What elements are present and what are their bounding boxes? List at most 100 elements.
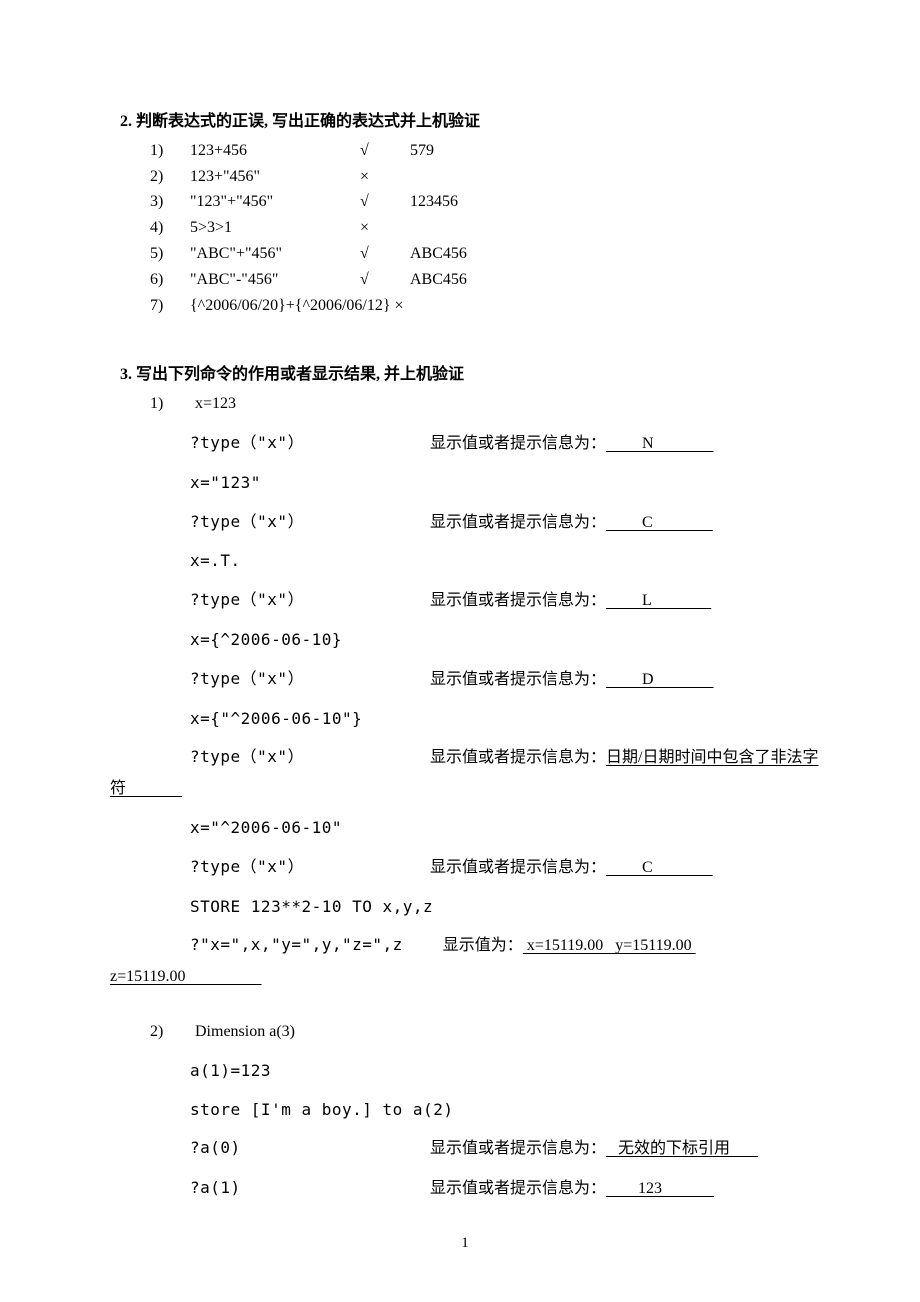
prompt-label: 显示值或者提示信息为： bbox=[430, 432, 606, 457]
section-3-heading: 3. 写出下列命令的作用或者显示结果, 并上机验证 bbox=[120, 363, 810, 388]
prompt-label: 显示值或者提示信息为： bbox=[430, 856, 606, 881]
answer-value: 符 bbox=[110, 777, 182, 802]
item-expression: "123"+"456" bbox=[190, 190, 360, 215]
command-line: ?type（"x"） 显示值或者提示信息为： 日期/日期时间中包含了非法字 bbox=[190, 745, 810, 771]
list-item: 1) 123+456 √ 579 bbox=[150, 139, 810, 164]
answer-value: C bbox=[606, 511, 713, 536]
answer-value: C bbox=[606, 856, 713, 881]
item-mark: √ bbox=[360, 242, 410, 267]
answer-value: D bbox=[606, 668, 714, 693]
item-number: 3) bbox=[150, 190, 190, 215]
list-item: 6) "ABC"-"456" √ ABC456 bbox=[150, 268, 810, 293]
code-text: x={"^2006-06-10"} bbox=[190, 707, 430, 732]
item-expression: 5>3>1 bbox=[190, 216, 360, 241]
code-text: x=.T. bbox=[190, 549, 430, 574]
answer-value: z=15119.00 bbox=[110, 965, 262, 990]
answer-continuation: 符 bbox=[110, 777, 810, 802]
list-item: 3) "123"+"456" √ 123456 bbox=[150, 190, 810, 215]
item-result: 123456 bbox=[410, 190, 810, 215]
item-number: 6) bbox=[150, 268, 190, 293]
command-line: ?type（"x"） 显示值或者提示信息为： C bbox=[190, 510, 810, 536]
code-text: ?"x=",x,"y=",y,"z=",z bbox=[190, 933, 443, 958]
prompt-label: 显示值或者提示信息为： bbox=[430, 511, 606, 536]
code-text: ?type（"x"） bbox=[190, 855, 430, 880]
command-line: x={"^2006-06-10"} bbox=[190, 707, 810, 732]
item-number: 1) bbox=[150, 139, 190, 164]
answer-value: x=15119.00 y=15119.00 bbox=[523, 934, 696, 959]
code-text: x="123" bbox=[190, 471, 430, 496]
code-text: Dimension a(3) bbox=[195, 1020, 295, 1045]
item-number: 7) bbox=[150, 294, 190, 319]
code-text: x="^2006-06-10" bbox=[190, 816, 430, 841]
code-text: ?type（"x"） bbox=[190, 588, 430, 613]
command-block-1: ?type（"x"） 显示值或者提示信息为： N x="123" ?type（"… bbox=[190, 431, 810, 771]
item-mark: √ bbox=[360, 139, 410, 164]
list-item: 5) "ABC"+"456" √ ABC456 bbox=[150, 242, 810, 267]
sub-item-number: 1) bbox=[150, 392, 195, 417]
code-text: ?type（"x"） bbox=[190, 745, 430, 770]
command-line: ?type（"x"） 显示值或者提示信息为： C bbox=[190, 855, 810, 881]
command-line: x="^2006-06-10" bbox=[190, 816, 810, 841]
item-number: 5) bbox=[150, 242, 190, 267]
item-result bbox=[410, 165, 810, 190]
prompt-label: 显示值为： bbox=[443, 934, 523, 959]
command-line: STORE 123**2-10 TO x,y,z bbox=[190, 895, 810, 920]
list-item: 4) 5>3>1 × bbox=[150, 216, 810, 241]
item-expression: 123+456 bbox=[190, 139, 360, 164]
page-number: 1 bbox=[120, 1232, 810, 1255]
command-line: a(1)=123 bbox=[190, 1059, 810, 1084]
answer-value: 日期/日期时间中包含了非法字 bbox=[606, 746, 818, 771]
answer-value: L bbox=[606, 589, 711, 614]
command-line: x=.T. bbox=[190, 549, 810, 574]
prompt-label: 显示值或者提示信息为： bbox=[430, 589, 606, 614]
item-mark: × bbox=[360, 216, 410, 241]
item-expression: {^2006/06/20}+{^2006/06/12} × bbox=[190, 294, 404, 319]
code-text: STORE 123**2-10 TO x,y,z bbox=[190, 895, 433, 920]
item-expression: "ABC"+"456" bbox=[190, 242, 360, 267]
code-text: ?type（"x"） bbox=[190, 510, 430, 535]
command-line: ?type（"x"） 显示值或者提示信息为： N bbox=[190, 431, 810, 457]
answer-value: 无效的下标引用 bbox=[606, 1137, 758, 1162]
answer-value: N bbox=[606, 432, 714, 457]
code-text: ?a(1) bbox=[190, 1176, 430, 1201]
item-expression: "ABC"-"456" bbox=[190, 268, 360, 293]
command-line: store [I'm a boy.] to a(2) bbox=[190, 1098, 810, 1123]
command-line: ?type（"x"） 显示值或者提示信息为： D bbox=[190, 667, 810, 693]
item-result: 579 bbox=[410, 139, 810, 164]
answer-value: 123 bbox=[606, 1177, 714, 1202]
item-expression: 123+"456" bbox=[190, 165, 360, 190]
section-2-list: 1) 123+456 √ 579 2) 123+"456" × 3) "123"… bbox=[150, 139, 810, 319]
answer-continuation: z=15119.00 bbox=[110, 965, 810, 990]
sub-item-number: 2) bbox=[150, 1020, 195, 1045]
prompt-label: 显示值或者提示信息为： bbox=[430, 746, 606, 771]
list-item: 2) 123+"456" × bbox=[150, 165, 810, 190]
code-text: ?type（"x"） bbox=[190, 431, 430, 456]
code-text: store [I'm a boy.] to a(2) bbox=[190, 1098, 453, 1123]
item-result bbox=[410, 216, 810, 241]
item-result: ABC456 bbox=[410, 242, 810, 267]
item-mark: √ bbox=[360, 268, 410, 293]
command-line: x="123" bbox=[190, 471, 810, 496]
command-line: x={^2006-06-10} bbox=[190, 628, 810, 653]
code-text: ?type（"x"） bbox=[190, 667, 430, 692]
prompt-label: 显示值或者提示信息为： bbox=[430, 1177, 606, 1202]
command-block-2: a(1)=123 store [I'm a boy.] to a(2) ?a(0… bbox=[190, 1059, 810, 1202]
prompt-label: 显示值或者提示信息为： bbox=[430, 668, 606, 693]
command-line: ?a(1) 显示值或者提示信息为： 123 bbox=[190, 1176, 810, 1202]
prompt-label: 显示值或者提示信息为： bbox=[430, 1137, 606, 1162]
code-text: x={^2006-06-10} bbox=[190, 628, 430, 653]
item-mark: √ bbox=[360, 190, 410, 215]
code-text: a(1)=123 bbox=[190, 1059, 271, 1084]
item-result: ABC456 bbox=[410, 268, 810, 293]
item-mark: × bbox=[360, 165, 410, 190]
code-text: x=123 bbox=[195, 392, 236, 417]
item-number: 4) bbox=[150, 216, 190, 241]
item-number: 2) bbox=[150, 165, 190, 190]
command-line: ?"x=",x,"y=",y,"z=",z 显示值为： x=15119.00 y… bbox=[190, 933, 810, 959]
code-text: ?a(0) bbox=[190, 1136, 430, 1161]
list-item: 7) {^2006/06/20}+{^2006/06/12} × bbox=[150, 294, 810, 319]
section-2-heading: 2. 判断表达式的正误, 写出正确的表达式并上机验证 bbox=[120, 110, 810, 135]
command-line: ?a(0) 显示值或者提示信息为： 无效的下标引用 bbox=[190, 1136, 810, 1162]
command-block-1b: x="^2006-06-10" ?type（"x"） 显示值或者提示信息为： C… bbox=[190, 816, 810, 959]
command-line: ?type（"x"） 显示值或者提示信息为： L bbox=[190, 588, 810, 614]
